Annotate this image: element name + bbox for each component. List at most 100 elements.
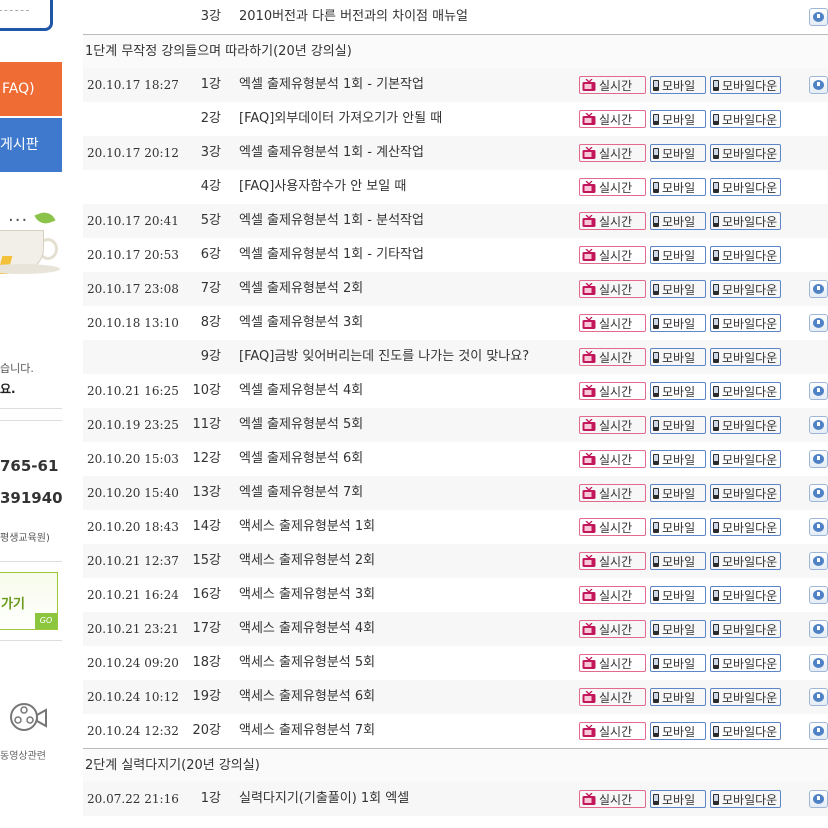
- mobile-download-button[interactable]: 모바일다운: [710, 280, 781, 298]
- mobile-download-button[interactable]: 모바일다운: [710, 348, 781, 366]
- download-icon[interactable]: [809, 8, 828, 26]
- lecture-title[interactable]: 엑셀 출제유형분석 5회: [239, 408, 363, 442]
- mobile-button[interactable]: 모바일: [650, 382, 706, 400]
- lecture-title[interactable]: 실력다지기(기출풀이) 1회 엑셀: [239, 782, 409, 816]
- mobile-button[interactable]: 모바일: [650, 280, 706, 298]
- mobile-button[interactable]: 모바일: [650, 178, 706, 196]
- mobile-button[interactable]: 모바일: [650, 790, 706, 808]
- live-stream-button[interactable]: 실시간: [579, 212, 646, 230]
- lecture-title[interactable]: 2010버전과 다른 버전과의 차이점 매뉴얼: [239, 0, 468, 34]
- live-stream-button[interactable]: 실시간: [579, 790, 646, 808]
- live-stream-button[interactable]: 실시간: [579, 484, 646, 502]
- sidebar-go-banner[interactable]: 가기 GO: [0, 572, 58, 630]
- lecture-title[interactable]: 엑셀 출제유형분석 1회 - 계산작업: [239, 136, 424, 170]
- download-icon[interactable]: [809, 654, 828, 672]
- mobile-button[interactable]: 모바일: [650, 620, 706, 638]
- lecture-title[interactable]: 엑셀 출제유형분석 3회: [239, 306, 363, 340]
- live-stream-button[interactable]: 실시간: [579, 450, 646, 468]
- mobile-button[interactable]: 모바일: [650, 688, 706, 706]
- mobile-button[interactable]: 모바일: [650, 654, 706, 672]
- download-icon[interactable]: [809, 416, 828, 434]
- mobile-download-button[interactable]: 모바일다운: [710, 416, 781, 434]
- download-icon[interactable]: [809, 790, 828, 808]
- sidebar-video-help[interactable]: 동영상관련: [0, 640, 62, 771]
- lecture-title[interactable]: [FAQ]사용자함수가 안 보일 때: [239, 170, 406, 204]
- mobile-button[interactable]: 모바일: [650, 450, 706, 468]
- mobile-button[interactable]: 모바일: [650, 246, 706, 264]
- mobile-button[interactable]: 모바일: [650, 586, 706, 604]
- download-icon[interactable]: [809, 280, 828, 298]
- lecture-title[interactable]: 액세스 출제유형분석 2회: [239, 544, 375, 578]
- lecture-title[interactable]: 액세스 출제유형분석 4회: [239, 612, 375, 646]
- download-icon[interactable]: [809, 450, 828, 468]
- lecture-title[interactable]: 액세스 출제유형분석 1회: [239, 510, 375, 544]
- lecture-title[interactable]: 엑셀 출제유형분석 1회 - 분석작업: [239, 204, 424, 238]
- live-stream-button[interactable]: 실시간: [579, 348, 646, 366]
- mobile-download-button[interactable]: 모바일다운: [710, 314, 781, 332]
- download-icon[interactable]: [809, 314, 828, 332]
- mobile-download-button[interactable]: 모바일다운: [710, 246, 781, 264]
- mobile-download-button[interactable]: 모바일다운: [710, 654, 781, 672]
- mobile-download-button[interactable]: 모바일다운: [710, 790, 781, 808]
- download-icon[interactable]: [809, 484, 828, 502]
- mobile-button[interactable]: 모바일: [650, 552, 706, 570]
- download-icon[interactable]: [809, 620, 828, 638]
- download-icon[interactable]: [809, 722, 828, 740]
- download-icon[interactable]: [809, 552, 828, 570]
- download-icon[interactable]: [809, 76, 828, 94]
- more-dots-icon[interactable]: ···: [8, 210, 28, 231]
- live-stream-button[interactable]: 실시간: [579, 722, 646, 740]
- mobile-download-button[interactable]: 모바일다운: [710, 144, 781, 162]
- mobile-button[interactable]: 모바일: [650, 144, 706, 162]
- mobile-button[interactable]: 모바일: [650, 110, 706, 128]
- mobile-download-button[interactable]: 모바일다운: [710, 620, 781, 638]
- mobile-download-button[interactable]: 모바일다운: [710, 518, 781, 536]
- mobile-download-button[interactable]: 모바일다운: [710, 212, 781, 230]
- live-stream-button[interactable]: 실시간: [579, 416, 646, 434]
- mobile-download-button[interactable]: 모바일다운: [710, 484, 781, 502]
- lecture-title[interactable]: 엑셀 출제유형분석 1회 - 기타작업: [239, 238, 424, 272]
- sidebar-faq-banner[interactable]: FAQ): [0, 62, 62, 116]
- mobile-download-button[interactable]: 모바일다운: [710, 76, 781, 94]
- lecture-title[interactable]: [FAQ]외부데이터 가져오기가 안될 때: [239, 102, 442, 136]
- live-stream-button[interactable]: 실시간: [579, 314, 646, 332]
- download-icon[interactable]: [809, 382, 828, 400]
- live-stream-button[interactable]: 실시간: [579, 76, 646, 94]
- live-stream-button[interactable]: 실시간: [579, 552, 646, 570]
- mobile-download-button[interactable]: 모바일다운: [710, 450, 781, 468]
- live-stream-button[interactable]: 실시간: [579, 144, 646, 162]
- lecture-title[interactable]: 엑셀 출제유형분석 7회: [239, 476, 363, 510]
- lecture-title[interactable]: 엑셀 출제유형분석 4회: [239, 374, 363, 408]
- mobile-button[interactable]: 모바일: [650, 416, 706, 434]
- mobile-download-button[interactable]: 모바일다운: [710, 688, 781, 706]
- sidebar-top-box[interactable]: [0, 0, 53, 31]
- mobile-download-button[interactable]: 모바일다운: [710, 586, 781, 604]
- sidebar-board-banner[interactable]: 게시판: [0, 118, 62, 172]
- mobile-button[interactable]: 모바일: [650, 76, 706, 94]
- mobile-button[interactable]: 모바일: [650, 484, 706, 502]
- mobile-download-button[interactable]: 모바일다운: [710, 110, 781, 128]
- lecture-title[interactable]: 액세스 출제유형분석 7회: [239, 714, 375, 748]
- mobile-download-button[interactable]: 모바일다운: [710, 178, 781, 196]
- download-icon[interactable]: [809, 688, 828, 706]
- lecture-title[interactable]: 엑셀 출제유형분석 1회 - 기본작업: [239, 68, 424, 102]
- live-stream-button[interactable]: 실시간: [579, 246, 646, 264]
- live-stream-button[interactable]: 실시간: [579, 280, 646, 298]
- mobile-download-button[interactable]: 모바일다운: [710, 552, 781, 570]
- live-stream-button[interactable]: 실시간: [579, 620, 646, 638]
- lecture-title[interactable]: [FAQ]금방 잊어버리는데 진도를 나가는 것이 맞나요?: [239, 340, 529, 374]
- live-stream-button[interactable]: 실시간: [579, 110, 646, 128]
- mobile-button[interactable]: 모바일: [650, 314, 706, 332]
- live-stream-button[interactable]: 실시간: [579, 518, 646, 536]
- live-stream-button[interactable]: 실시간: [579, 382, 646, 400]
- lecture-title[interactable]: 엑셀 출제유형분석 6회: [239, 442, 363, 476]
- mobile-button[interactable]: 모바일: [650, 518, 706, 536]
- mobile-download-button[interactable]: 모바일다운: [710, 382, 781, 400]
- mobile-button[interactable]: 모바일: [650, 212, 706, 230]
- mobile-button[interactable]: 모바일: [650, 722, 706, 740]
- mobile-download-button[interactable]: 모바일다운: [710, 722, 781, 740]
- lecture-title[interactable]: 엑셀 출제유형분석 2회: [239, 272, 363, 306]
- mobile-button[interactable]: 모바일: [650, 348, 706, 366]
- live-stream-button[interactable]: 실시간: [579, 654, 646, 672]
- live-stream-button[interactable]: 실시간: [579, 688, 646, 706]
